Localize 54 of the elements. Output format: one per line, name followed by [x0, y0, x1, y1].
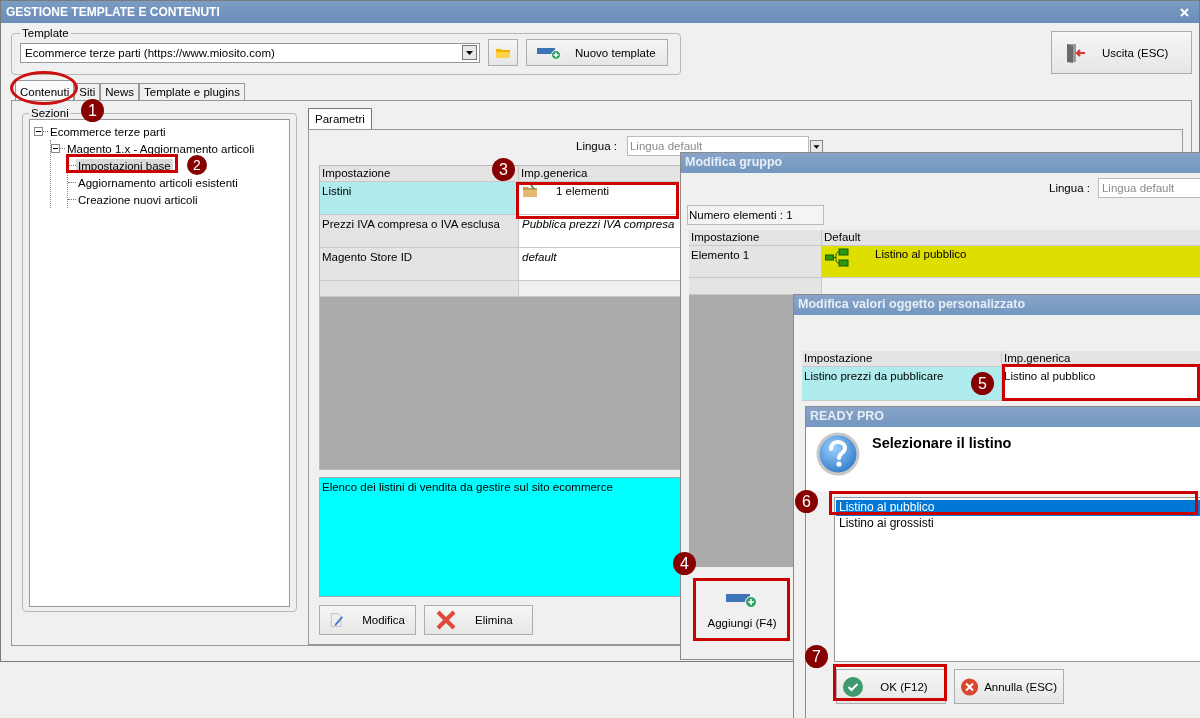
collapse-icon[interactable]: [34, 127, 43, 136]
dialog-title: READY PRO: [806, 407, 1200, 427]
close-icon[interactable]: [1180, 7, 1189, 17]
tab[interactable]: Siti: [74, 83, 101, 100]
add-icon: [537, 45, 561, 60]
delete-button[interactable]: Elimina: [424, 605, 533, 635]
table-cell: Listino al pubblico: [1004, 370, 1096, 382]
tree-item[interactable]: Ecommerce terze parti: [48, 124, 168, 139]
hierarchy-icon: [825, 248, 849, 268]
question-icon: [816, 432, 860, 476]
template-dropdown[interactable]: Ecommerce terze parti (https://www.miosito.com): [20, 42, 480, 63]
tab[interactable]: News: [100, 83, 139, 100]
tree-item[interactable]: Magento 1.x - Aggiornamento articoli: [65, 141, 257, 156]
window-title: GESTIONE TEMPLATE E CONTENUTI: [6, 5, 220, 19]
table-cell: default: [522, 250, 557, 263]
cancel-button[interactable]: Annulla (ESC): [954, 669, 1064, 704]
table-cell: 1 elementi: [556, 184, 610, 197]
check-icon: [843, 676, 863, 697]
table-cell[interactable]: Listini: [320, 182, 519, 215]
column-header: Impostazione: [689, 230, 822, 246]
table-cell[interactable]: Prezzi IVA compresa o IVA esclusa: [320, 215, 519, 248]
field-label: Lingua :: [1049, 182, 1090, 194]
field-label: Lingua :: [576, 140, 617, 152]
dialog-title: Modifica valori oggetto personalizzato: [794, 295, 1200, 315]
dialog-title: Modifica gruppo: [681, 153, 1200, 173]
description-text: Elenco dei listini di vendita da gestire sul sito ecommerce: [322, 481, 613, 493]
column-header: Default: [822, 230, 1200, 246]
exit-button[interactable]: Uscita (ESC): [1051, 31, 1192, 74]
highlight-ellipse: [10, 71, 78, 105]
column-header: Impostazione: [802, 351, 1002, 367]
group-label: Sezioni: [30, 107, 70, 119]
count-label: Numero elementi : 1: [687, 205, 824, 225]
tab[interactable]: Contenuti: [15, 80, 75, 100]
folder-icon: [522, 184, 538, 198]
tree-item[interactable]: Creazione nuovi articoli: [76, 192, 200, 207]
new-template-button[interactable]: Nuovo template: [526, 39, 668, 66]
folder-icon: [495, 46, 511, 59]
table-cell: Pubblica prezzi IVA compresa: [522, 217, 675, 230]
language-field[interactable]: Lingua default: [1097, 178, 1200, 198]
ok-button[interactable]: OK (F12): [836, 669, 946, 704]
table-cell[interactable]: Magento Store ID: [320, 248, 519, 281]
edit-button[interactable]: Modifica: [319, 605, 416, 635]
exit-door-icon: [1064, 41, 1086, 64]
dialog-heading: Selezionare il listino: [872, 434, 1012, 451]
list-item[interactable]: Listino ai grossisti: [836, 516, 1200, 532]
group-label: Template: [21, 27, 70, 39]
table-cell: Elemento 1: [689, 246, 822, 278]
cancel-icon: [961, 676, 979, 697]
tab[interactable]: Template e plugins: [139, 83, 245, 100]
tab[interactable]: Parametri: [308, 108, 372, 129]
table-cell[interactable]: Listino al pubblico: [822, 246, 1200, 278]
tree-item[interactable]: Aggiornamento articoli esistenti: [76, 175, 240, 190]
collapse-icon[interactable]: [51, 144, 60, 153]
delete-icon: [435, 609, 457, 631]
